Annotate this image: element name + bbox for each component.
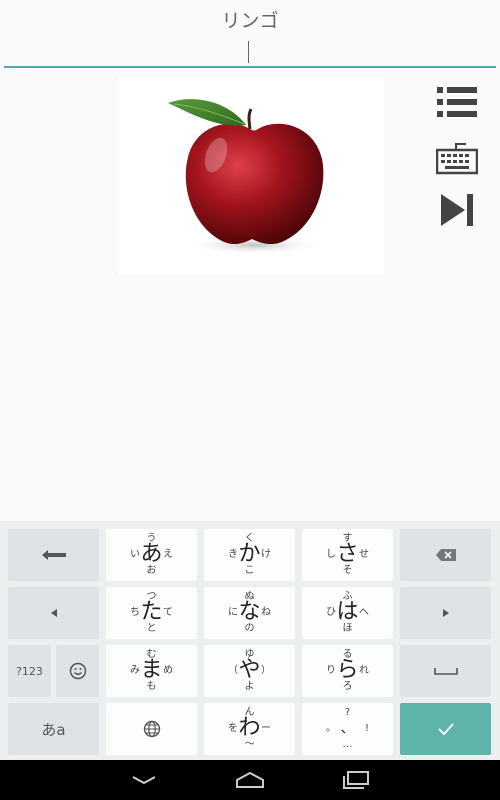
key-na[interactable]: ぬになねの bbox=[204, 587, 295, 639]
cursor-right-key[interactable] bbox=[400, 587, 491, 639]
text-cursor bbox=[248, 41, 249, 63]
key-ta[interactable]: つちたてと bbox=[106, 587, 197, 639]
key-sa[interactable]: すしさせそ bbox=[302, 529, 393, 581]
language-key[interactable] bbox=[106, 703, 197, 755]
back-chevron-icon[interactable] bbox=[114, 760, 174, 800]
cursor-left-key[interactable] bbox=[8, 587, 99, 639]
emoji-key[interactable] bbox=[56, 645, 99, 697]
numbers-key[interactable]: ?123 bbox=[8, 645, 51, 697]
answer-input-underline[interactable] bbox=[4, 66, 496, 68]
space-key[interactable] bbox=[400, 645, 491, 697]
skip-next-icon[interactable] bbox=[434, 190, 480, 230]
keyboard-icon[interactable] bbox=[434, 138, 480, 178]
undo-key[interactable] bbox=[8, 529, 99, 581]
system-nav-bar bbox=[0, 760, 500, 800]
key-ma[interactable]: むみまめも bbox=[106, 645, 197, 697]
home-icon[interactable] bbox=[220, 760, 280, 800]
confirm-key[interactable] bbox=[400, 703, 491, 755]
input-mode-key[interactable]: あa bbox=[8, 703, 99, 755]
key-ya[interactable]: ゆ（や）よ bbox=[204, 645, 295, 697]
key-a[interactable]: ういあえお bbox=[106, 529, 197, 581]
key-wa[interactable]: んをわー〜 bbox=[204, 703, 295, 755]
key-ha[interactable]: ふひはへほ bbox=[302, 587, 393, 639]
apple-image bbox=[118, 77, 384, 275]
word-title: リンゴ bbox=[221, 10, 279, 32]
soft-keyboard: ういあえお くきかけこ すしさせそ つちたてと ぬになねの ふひはへほ ?123… bbox=[0, 521, 500, 760]
key-punctuation[interactable]: ?。、!… bbox=[302, 703, 393, 755]
header: リンゴ bbox=[0, 0, 500, 70]
backspace-key[interactable] bbox=[400, 529, 491, 581]
key-ka[interactable]: くきかけこ bbox=[204, 529, 295, 581]
recents-icon[interactable] bbox=[326, 760, 386, 800]
list-icon[interactable] bbox=[434, 82, 480, 122]
key-ra[interactable]: るりられろ bbox=[302, 645, 393, 697]
